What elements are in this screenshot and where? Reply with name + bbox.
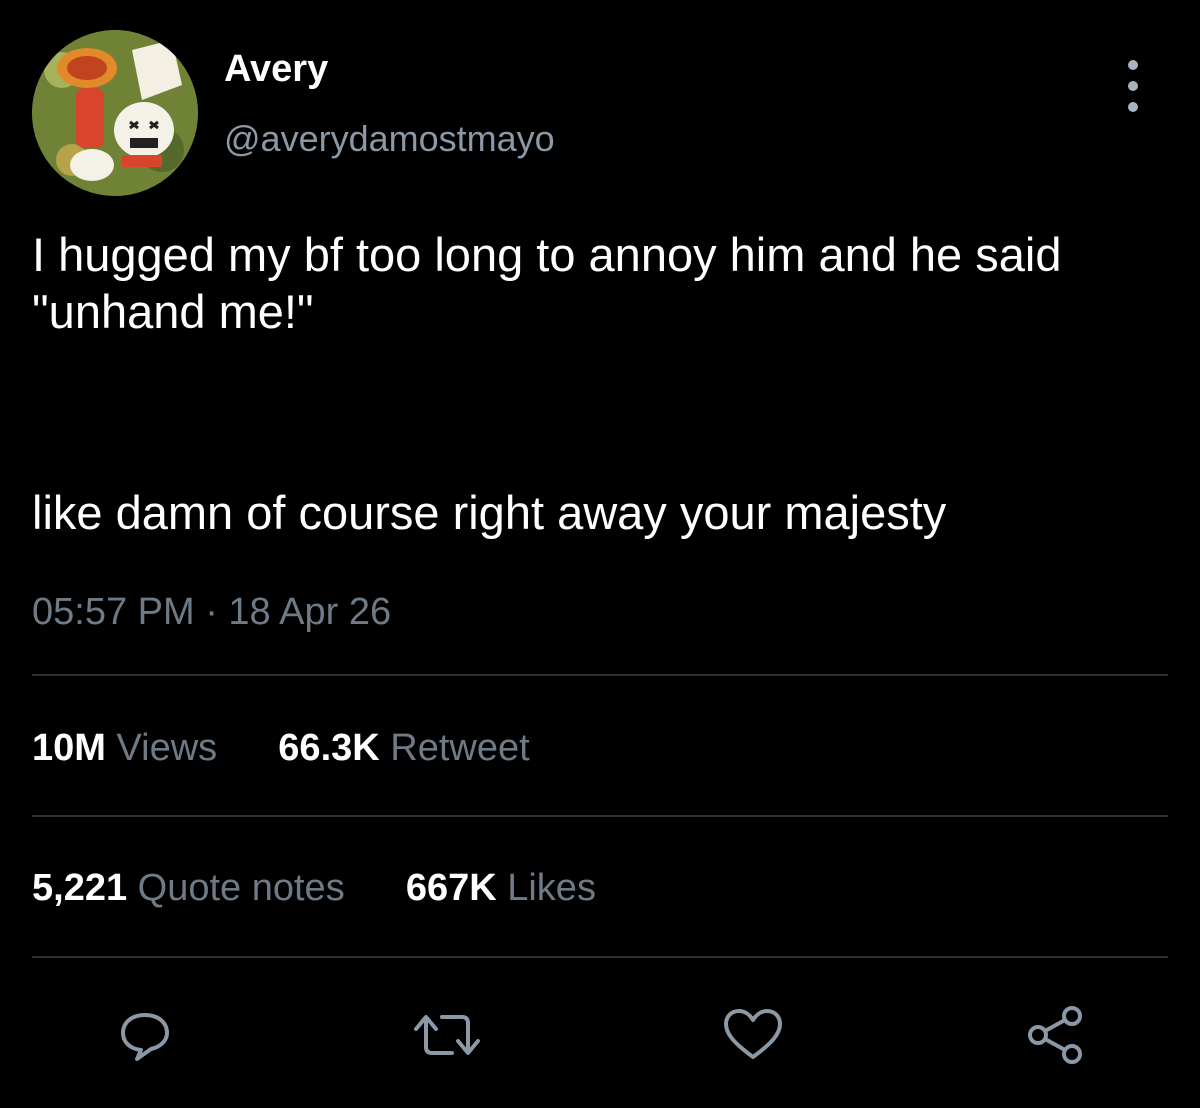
avatar[interactable] [32,30,198,196]
more-options-icon [1128,60,1138,70]
stats-row-1: 10M Views 66.3K Retweet [32,724,530,772]
more-options-button[interactable] [1112,60,1154,112]
share-icon [1028,1006,1082,1064]
divider [32,674,1168,676]
tweet-text-line: I hugged my bf too long to annoy him and… [32,228,1062,338]
retweet-icon [414,1015,480,1055]
share-button[interactable] [1020,1000,1090,1070]
avatar-image [32,30,198,196]
reply-icon [121,1013,169,1061]
user-handle[interactable]: @averydamostmayo [224,114,555,164]
views-stat[interactable]: 10M Views [32,727,228,769]
likes-label: Likes [507,867,596,909]
likes-count: 667K [405,867,497,909]
likes-stat[interactable]: 667K Likes [395,867,596,909]
retweets-count: 66.3K [278,727,380,769]
views-label: Views [116,727,218,769]
reply-button[interactable] [110,1000,180,1070]
tweet-detail: Avery @averydamostmayo I hugged my bf to… [0,0,1200,1108]
quotes-label: Quote notes [137,867,345,909]
divider [32,956,1168,958]
tweet-text-line: like damn of course right away your maje… [32,486,947,539]
tweet-text: I hugged my bf too long to annoy him and… [32,226,1172,539]
quotes-count: 5,221 [32,867,128,909]
like-icon [724,1009,782,1059]
quotes-stat[interactable]: 5,221 Quote notes [32,867,355,909]
stats-row-2: 5,221 Quote notes 667K Likes [32,864,596,912]
like-button[interactable] [718,1000,788,1070]
retweets-stat[interactable]: 66.3K Retweet [268,727,530,769]
tweet-timestamp[interactable]: 05:57 PM · 18 Apr 26 [32,588,391,636]
divider [32,815,1168,817]
retweet-button[interactable] [412,1000,482,1070]
retweets-label: Retweet [390,727,530,769]
display-name[interactable]: Avery [224,44,328,94]
views-count: 10M [32,727,106,769]
